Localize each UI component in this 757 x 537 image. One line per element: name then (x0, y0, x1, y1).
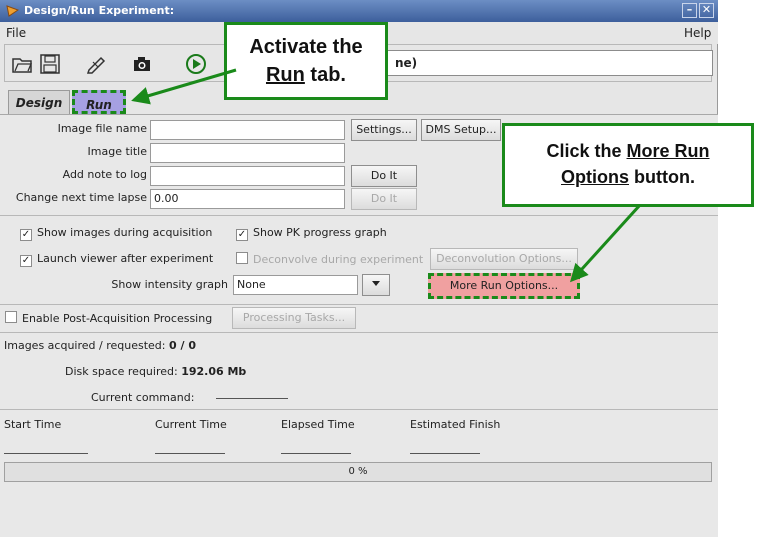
callout-arrows (131, 68, 642, 283)
arrow-to-run-tab (131, 68, 237, 105)
arrow-to-more-run (569, 203, 642, 283)
